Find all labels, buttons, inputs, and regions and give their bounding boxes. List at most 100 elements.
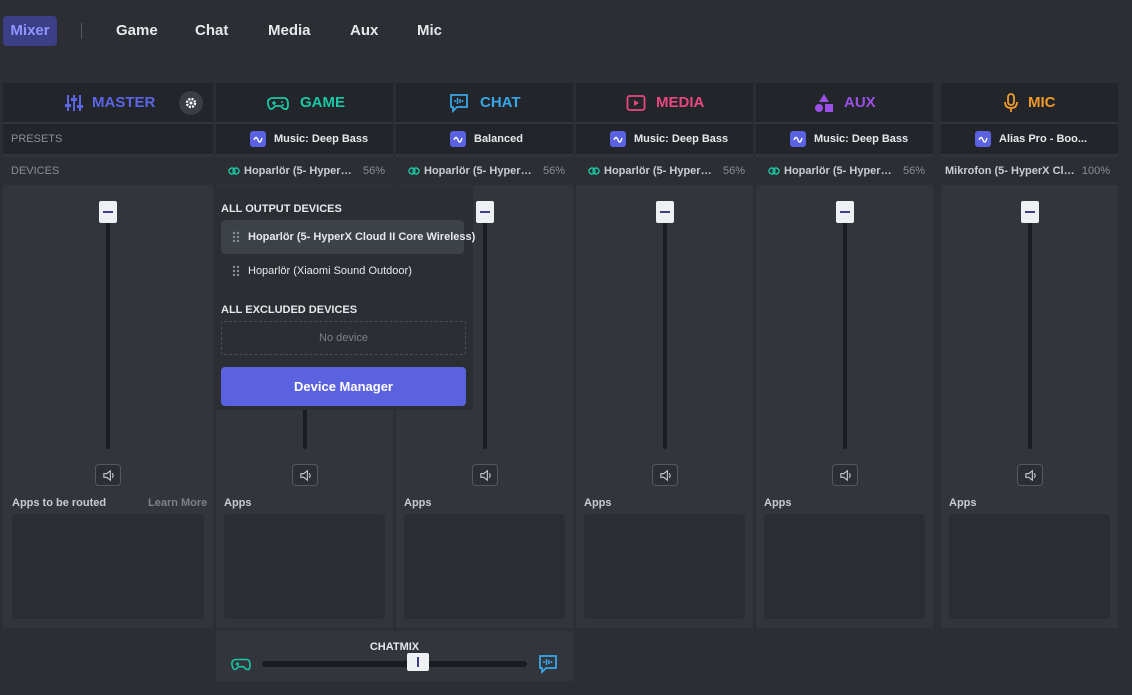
mute-button[interactable] [472,464,498,486]
all-output-devices-heading: ALL OUTPUT DEVICES [221,203,342,215]
microphone-icon [1004,93,1018,112]
devices-label: DEVICES [11,165,60,177]
chat-preset-label: Balanced [474,133,523,145]
output-device-label: Hoparlör (5- HyperX Cloud II Core Wirele… [248,231,476,243]
play-icon [626,95,646,111]
chat-device-name: Hoparlör (5- HyperX ... [424,165,536,177]
tab-aux[interactable]: Aux [350,16,378,46]
link-icon [588,167,600,175]
preset-icon [975,131,991,147]
master-title: MASTER [92,94,156,111]
media-preset-label: Music: Deep Bass [634,133,729,145]
apps-drop-area[interactable] [12,514,204,619]
volume-fader-handle[interactable] [99,201,117,223]
apps-label: Apps [764,497,792,509]
media-device[interactable]: Hoparlör (5- HyperX ... 56% [576,157,753,185]
volume-fader-track[interactable] [483,211,487,449]
top-navigation: Mixer Game Chat Media Aux Mic [0,0,1132,62]
media-device-name: Hoparlör (5- HyperX ... [604,165,716,177]
output-device-item[interactable]: Hoparlör (5- HyperX Cloud II Core Wirele… [221,220,475,254]
volume-fader-track[interactable] [663,211,667,449]
mute-button[interactable] [832,464,858,486]
volume-fader-track[interactable] [106,211,110,449]
output-device-label: Hoparlör (Xiaomi Sound Outdoor) [248,265,412,277]
aux-device-volume: 56% [902,165,925,177]
volume-fader-track[interactable] [1028,211,1032,449]
aux-title: AUX [844,94,876,111]
apps-label: Apps [949,497,977,509]
master-header: MASTER [3,83,213,122]
game-preset[interactable]: Music: Deep Bass [216,124,393,154]
apps-to-be-routed-label: Apps to be routed [12,497,107,509]
output-device-item[interactable]: Hoparlör (Xiaomi Sound Outdoor) [221,254,464,288]
master-channel: MASTER PRESETS DEVICES Apps to be routed… [3,83,213,628]
mic-preset-label: Alias Pro - Boo... [999,133,1088,145]
tab-mic[interactable]: Mic [417,16,442,46]
link-icon [408,167,420,175]
mic-channel: MIC Alias Pro - Boo... Mikrofon (5- Hype… [941,83,1118,628]
chat-device-volume: 56% [542,165,565,177]
drag-handle-icon[interactable] [232,231,240,243]
apps-drop-area[interactable] [404,514,565,619]
volume-fader-handle[interactable] [656,201,674,223]
tab-mixer[interactable]: Mixer [3,16,57,46]
learn-more-link[interactable]: Learn More [148,497,207,509]
game-preset-label: Music: Deep Bass [274,133,369,145]
excluded-devices-drop-zone[interactable]: No device [221,321,466,355]
tab-media[interactable]: Media [268,16,311,46]
device-manager-button[interactable]: Device Manager [221,367,466,406]
gear-icon[interactable] [179,91,203,115]
chat-waveform-icon [539,655,557,674]
mic-device[interactable]: Mikrofon (5- HyperX Clou... 100% [941,157,1118,185]
game-header: GAME [216,83,393,122]
chat-header: CHAT [396,83,573,122]
apps-drop-area[interactable] [224,514,385,619]
aux-header: AUX [756,83,933,122]
speaker-icon [300,469,311,482]
sliders-icon [65,95,83,111]
media-device-volume: 56% [722,165,745,177]
mic-preset[interactable]: Alias Pro - Boo... [941,124,1118,154]
drag-handle-icon[interactable] [232,265,240,277]
mute-button[interactable] [95,464,121,486]
chat-device[interactable]: Hoparlör (5- HyperX ... 56% [396,157,573,185]
game-device[interactable]: Hoparlör (5- HyperX ... 56% [216,157,393,185]
volume-fader-track[interactable] [843,211,847,449]
speaker-icon [103,469,114,482]
chat-preset[interactable]: Balanced [396,124,573,154]
apps-label: Apps [584,497,612,509]
chatmix-slider-handle[interactable] [406,653,429,671]
mute-button[interactable] [292,464,318,486]
tab-chat[interactable]: Chat [195,16,228,46]
presets-row: PRESETS [3,124,213,154]
speaker-icon [840,469,851,482]
mic-title: MIC [1028,94,1056,111]
apps-drop-area[interactable] [949,514,1110,619]
devices-row: DEVICES [3,157,213,185]
mute-button[interactable] [1017,464,1043,486]
aux-preset-label: Music: Deep Bass [814,133,909,145]
chatmix-title: CHATMIX [369,641,420,653]
tab-game[interactable]: Game [116,16,158,46]
preset-icon [610,131,626,147]
aux-device-name: Hoparlör (5- HyperX ... [784,165,896,177]
preset-icon [450,131,466,147]
aux-preset[interactable]: Music: Deep Bass [756,124,933,154]
preset-icon [250,131,266,147]
apps-drop-area[interactable] [764,514,925,619]
chatmix-slider-track[interactable] [262,661,527,667]
game-device-name: Hoparlör (5- HyperX ... [244,165,356,177]
link-icon [768,167,780,175]
volume-fader-handle[interactable] [1021,201,1039,223]
link-icon [228,167,240,175]
mute-button[interactable] [652,464,678,486]
presets-label: PRESETS [11,133,63,145]
chat-title: CHAT [480,94,521,111]
volume-fader-handle[interactable] [476,201,494,223]
preset-icon [790,131,806,147]
apps-drop-area[interactable] [584,514,745,619]
aux-device[interactable]: Hoparlör (5- HyperX ... 56% [756,157,933,185]
media-preset[interactable]: Music: Deep Bass [576,124,753,154]
all-excluded-devices-heading: ALL EXCLUDED DEVICES [221,304,358,316]
volume-fader-handle[interactable] [836,201,854,223]
